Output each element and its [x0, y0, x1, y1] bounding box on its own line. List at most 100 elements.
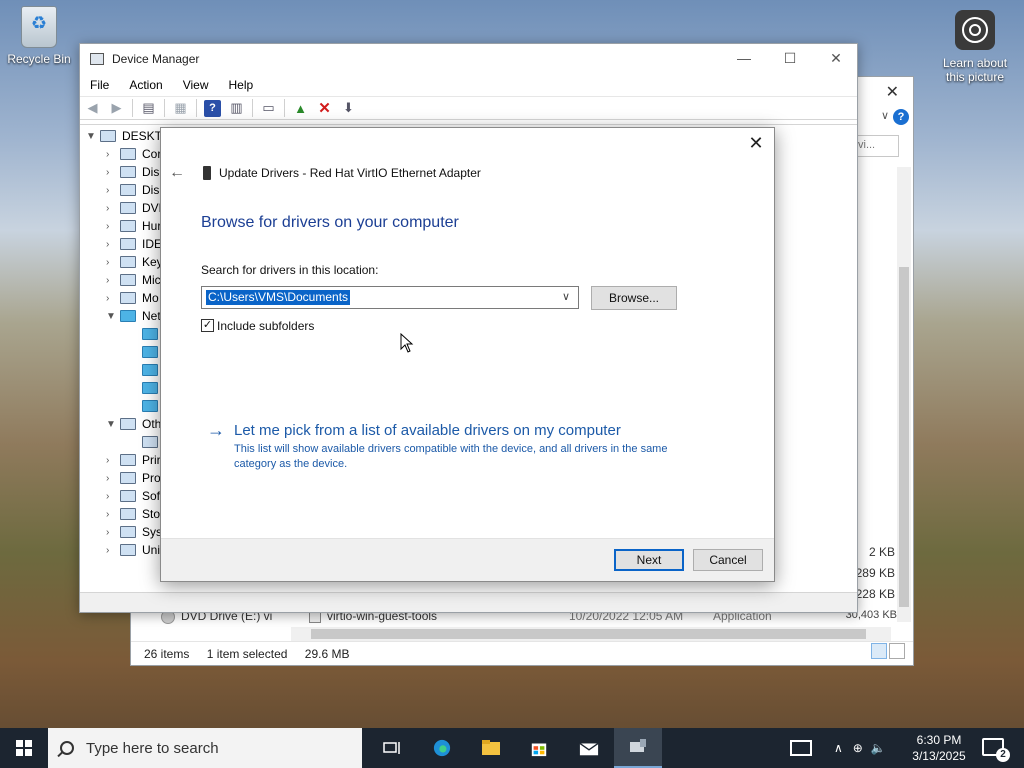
- close-icon[interactable]: ✕: [886, 82, 899, 102]
- windows-logo-icon: [16, 740, 32, 756]
- device-manager-taskbar-button[interactable]: [614, 728, 662, 768]
- learn-about-picture-shortcut[interactable]: Learn about this picture: [936, 10, 1014, 84]
- task-view-button[interactable]: [368, 728, 416, 768]
- tree-item[interactable]: › Mic: [106, 271, 161, 289]
- mouse-icon: [120, 274, 136, 286]
- uninstall-device-icon[interactable]: ✕: [316, 100, 333, 117]
- chevron-up-icon[interactable]: ∧: [834, 741, 843, 755]
- resources-icon[interactable]: ▥: [228, 100, 245, 117]
- selected-count: 1 item selected: [206, 647, 288, 661]
- tree-item[interactable]: ▼ Oth: [106, 415, 161, 433]
- network-adapter-icon: [142, 328, 158, 340]
- ide-icon: [120, 238, 136, 250]
- recycle-bin-label: Recycle Bin: [7, 52, 71, 66]
- menu-action[interactable]: Action: [129, 78, 162, 92]
- storage-icon: [120, 508, 136, 520]
- tree-item[interactable]: › Disl: [106, 163, 162, 181]
- unknown-device-icon: [120, 418, 136, 430]
- learn-label-line2: this picture: [945, 70, 1005, 84]
- chevron-down-icon[interactable]: ∨: [881, 109, 889, 122]
- computer-icon: [120, 148, 136, 160]
- tree-item[interactable]: › Cor: [106, 145, 161, 163]
- maximize-icon[interactable]: ☐: [767, 50, 813, 67]
- tree-item[interactable]: › IDE: [106, 235, 162, 253]
- software-device-icon: [120, 490, 136, 502]
- menu-file[interactable]: File: [90, 78, 109, 92]
- search-input[interactable]: vi...: [855, 135, 899, 157]
- pick-from-list-link[interactable]: Let me pick from a list of available dri…: [234, 422, 621, 439]
- include-subfolders-label[interactable]: Include subfolders: [217, 319, 314, 333]
- arrow-right-icon[interactable]: →: [207, 420, 225, 441]
- minimize-icon[interactable]: —: [721, 50, 767, 66]
- start-button[interactable]: [0, 728, 48, 768]
- tree-item[interactable]: ▼ Net: [106, 307, 161, 325]
- tree-item[interactable]: › Mo: [106, 289, 159, 307]
- store-button[interactable]: [515, 728, 563, 768]
- browse-button[interactable]: Browse...: [591, 286, 677, 310]
- menu-help[interactable]: Help: [229, 78, 254, 92]
- view-toggle[interactable]: [869, 643, 907, 661]
- edge-button[interactable]: [418, 728, 466, 768]
- unknown-device-icon: [142, 436, 158, 448]
- task-view-icon: [383, 742, 400, 754]
- taskbar: Type here to search ∧ ⊕ 🔈 6:30 PM 3/13/2…: [0, 728, 1024, 768]
- driver-path-value[interactable]: C:\Users\VMS\Documents: [204, 289, 352, 306]
- disable-device-icon[interactable]: ⬇: [340, 100, 357, 117]
- item-count: 26 items: [144, 647, 190, 661]
- status-bar: 26 items 1 item selected 29.6 MB: [131, 641, 913, 665]
- tree-item[interactable]: › Hur: [106, 217, 161, 235]
- tree-item[interactable]: › Uni: [106, 541, 160, 559]
- dialog-heading: Browse for drivers on your computer: [201, 214, 459, 231]
- update-driver-icon[interactable]: ▲: [292, 100, 309, 117]
- include-subfolders-checkbox[interactable]: ✓: [201, 319, 214, 332]
- network-adapter-icon: [142, 400, 158, 412]
- tree-item[interactable]: › Key: [106, 253, 163, 271]
- computer-icon: [100, 130, 116, 142]
- help-icon[interactable]: ?: [204, 99, 221, 117]
- monitor-icon: [120, 292, 136, 304]
- list-view-icon[interactable]: ▦: [172, 100, 189, 117]
- chevron-down-icon[interactable]: ∨: [562, 290, 574, 304]
- back-arrow-icon[interactable]: ←: [169, 164, 185, 182]
- menu-bar: File Action View Help: [80, 74, 857, 96]
- mail-button[interactable]: [565, 728, 613, 768]
- taskbar-search-input[interactable]: Type here to search: [48, 728, 362, 768]
- selected-size: 29.6 MB: [304, 647, 350, 661]
- vertical-scrollbar[interactable]: [897, 167, 911, 622]
- tree-item[interactable]: › Prir: [106, 451, 161, 469]
- tree-item[interactable]: › Sto: [106, 505, 160, 523]
- close-icon[interactable]: ✕: [746, 133, 766, 153]
- taskbar-clock[interactable]: 6:30 PM 3/13/2025: [900, 732, 978, 764]
- tree-item-root[interactable]: ▼ DESKTO: [86, 127, 171, 145]
- toolbar: ◀ ▶ ▤ ▦ ? ▥ ▭ ▲ ✕ ⬇: [80, 96, 857, 120]
- network-icon[interactable]: ⊕: [853, 741, 863, 755]
- cancel-button[interactable]: Cancel: [693, 549, 763, 571]
- update-drivers-dialog[interactable]: ✕ ← Update Drivers - Red Hat VirtIO Ethe…: [160, 127, 775, 582]
- folder-icon: [482, 740, 500, 755]
- forward-arrow-icon[interactable]: ▶: [108, 100, 125, 117]
- recycle-bin-shortcut[interactable]: Recycle Bin: [4, 6, 74, 66]
- horizontal-scrollbar[interactable]: [291, 627, 891, 641]
- menu-view[interactable]: View: [183, 78, 209, 92]
- back-arrow-icon[interactable]: ◀: [84, 100, 101, 117]
- close-icon[interactable]: ✕: [813, 50, 859, 67]
- driver-path-combobox[interactable]: C:\Users\VMS\Documents ∨: [201, 286, 579, 309]
- tree-item[interactable]: › Syst: [106, 523, 165, 541]
- details-view-icon[interactable]: [871, 643, 887, 659]
- volume-muted-icon[interactable]: 🔈: [871, 741, 886, 755]
- properties-icon[interactable]: ▤: [140, 100, 157, 117]
- tree-item[interactable]: › Disp: [106, 181, 166, 199]
- help-icon[interactable]: ?: [893, 109, 909, 125]
- device-manager-icon: [630, 739, 646, 752]
- hid-icon: [120, 220, 136, 232]
- large-icons-view-icon[interactable]: [889, 643, 905, 659]
- tree-item[interactable]: › Pro: [106, 469, 161, 487]
- file-explorer-button[interactable]: [467, 728, 515, 768]
- notification-center-icon[interactable]: 2: [982, 738, 1010, 762]
- tree-item[interactable]: › Sof: [106, 487, 160, 505]
- scan-hardware-icon[interactable]: ▭: [260, 100, 277, 117]
- tree-item[interactable]: › DVD: [106, 199, 167, 217]
- next-button[interactable]: Next: [614, 549, 684, 571]
- news-widget-icon[interactable]: [790, 740, 812, 756]
- recycle-bin-icon: [21, 6, 57, 48]
